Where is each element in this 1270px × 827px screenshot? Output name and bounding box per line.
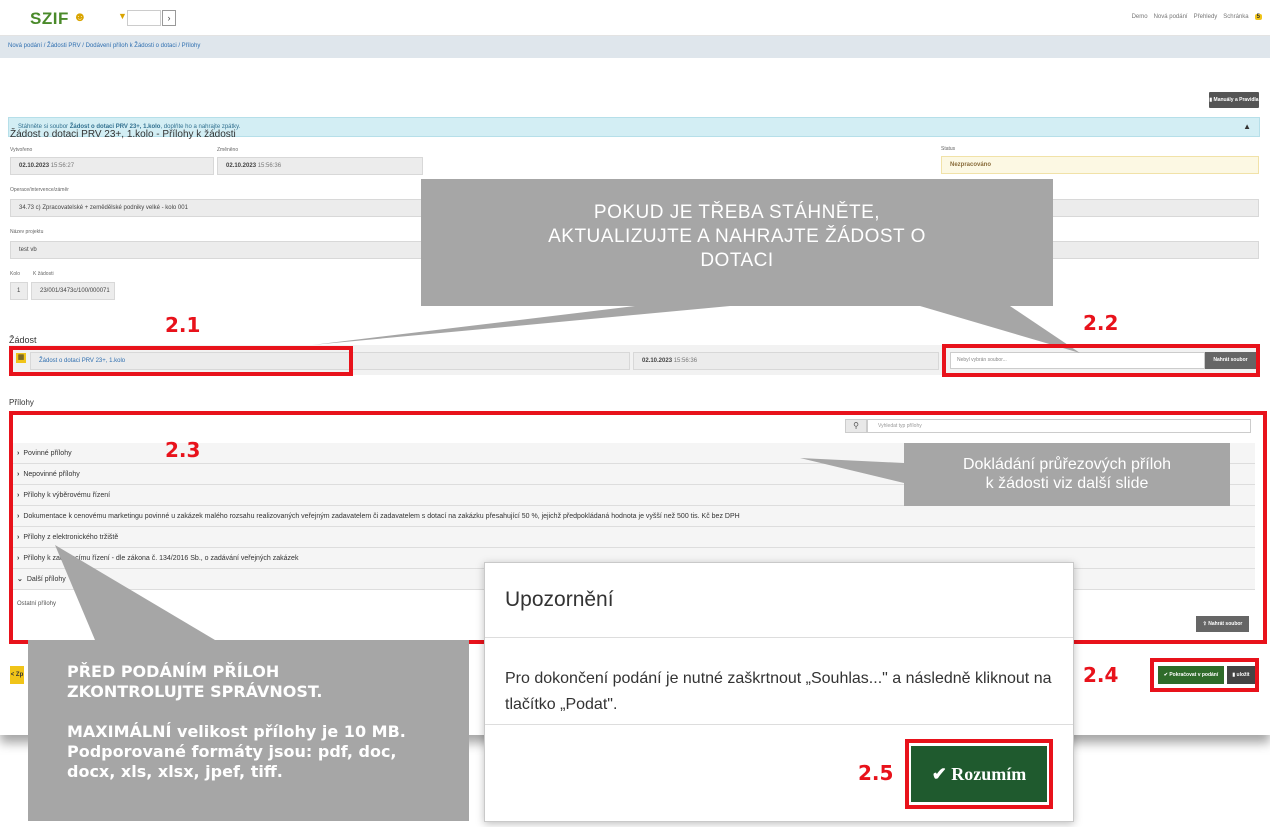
highlight-2-2 xyxy=(942,344,1260,377)
modal-divider xyxy=(485,637,1073,638)
annotation-label-2-4: 2.4 xyxy=(1083,663,1119,687)
highlight-2-1 xyxy=(9,346,353,376)
annotation-label-2-1: 2.1 xyxy=(165,313,201,337)
annotation-label-2-2: 2.2 xyxy=(1083,311,1119,335)
rozumim-button[interactable]: ✔ Rozumím xyxy=(911,746,1047,802)
callout-check-attachments: PŘED PODÁNÍM PŘÍLOH ZKONTROLUJTE SPRÁVNO… xyxy=(28,640,469,821)
modal-body: Pro dokončení podání je nutné zaškrtnout… xyxy=(505,670,1052,713)
pointer-to-2-1 xyxy=(312,306,730,345)
annotation-label-2-5: 2.5 xyxy=(858,761,894,785)
callout-cross-section-attachments: Dokládání průřezových příloh k žádosti v… xyxy=(904,443,1230,506)
modal-title: Upozornění xyxy=(505,588,614,611)
warning-modal: Upozornění Pro dokončení podání je nutné… xyxy=(484,562,1074,822)
annotation-label-2-3: 2.3 xyxy=(165,438,201,462)
check-icon: ✔ xyxy=(931,764,947,784)
modal-divider xyxy=(485,724,1073,725)
callout-download-update: POKUD JE TŘEBA STÁHNĚTE, AKTUALIZUJTE A … xyxy=(421,179,1053,306)
highlight-2-4 xyxy=(1150,658,1259,692)
